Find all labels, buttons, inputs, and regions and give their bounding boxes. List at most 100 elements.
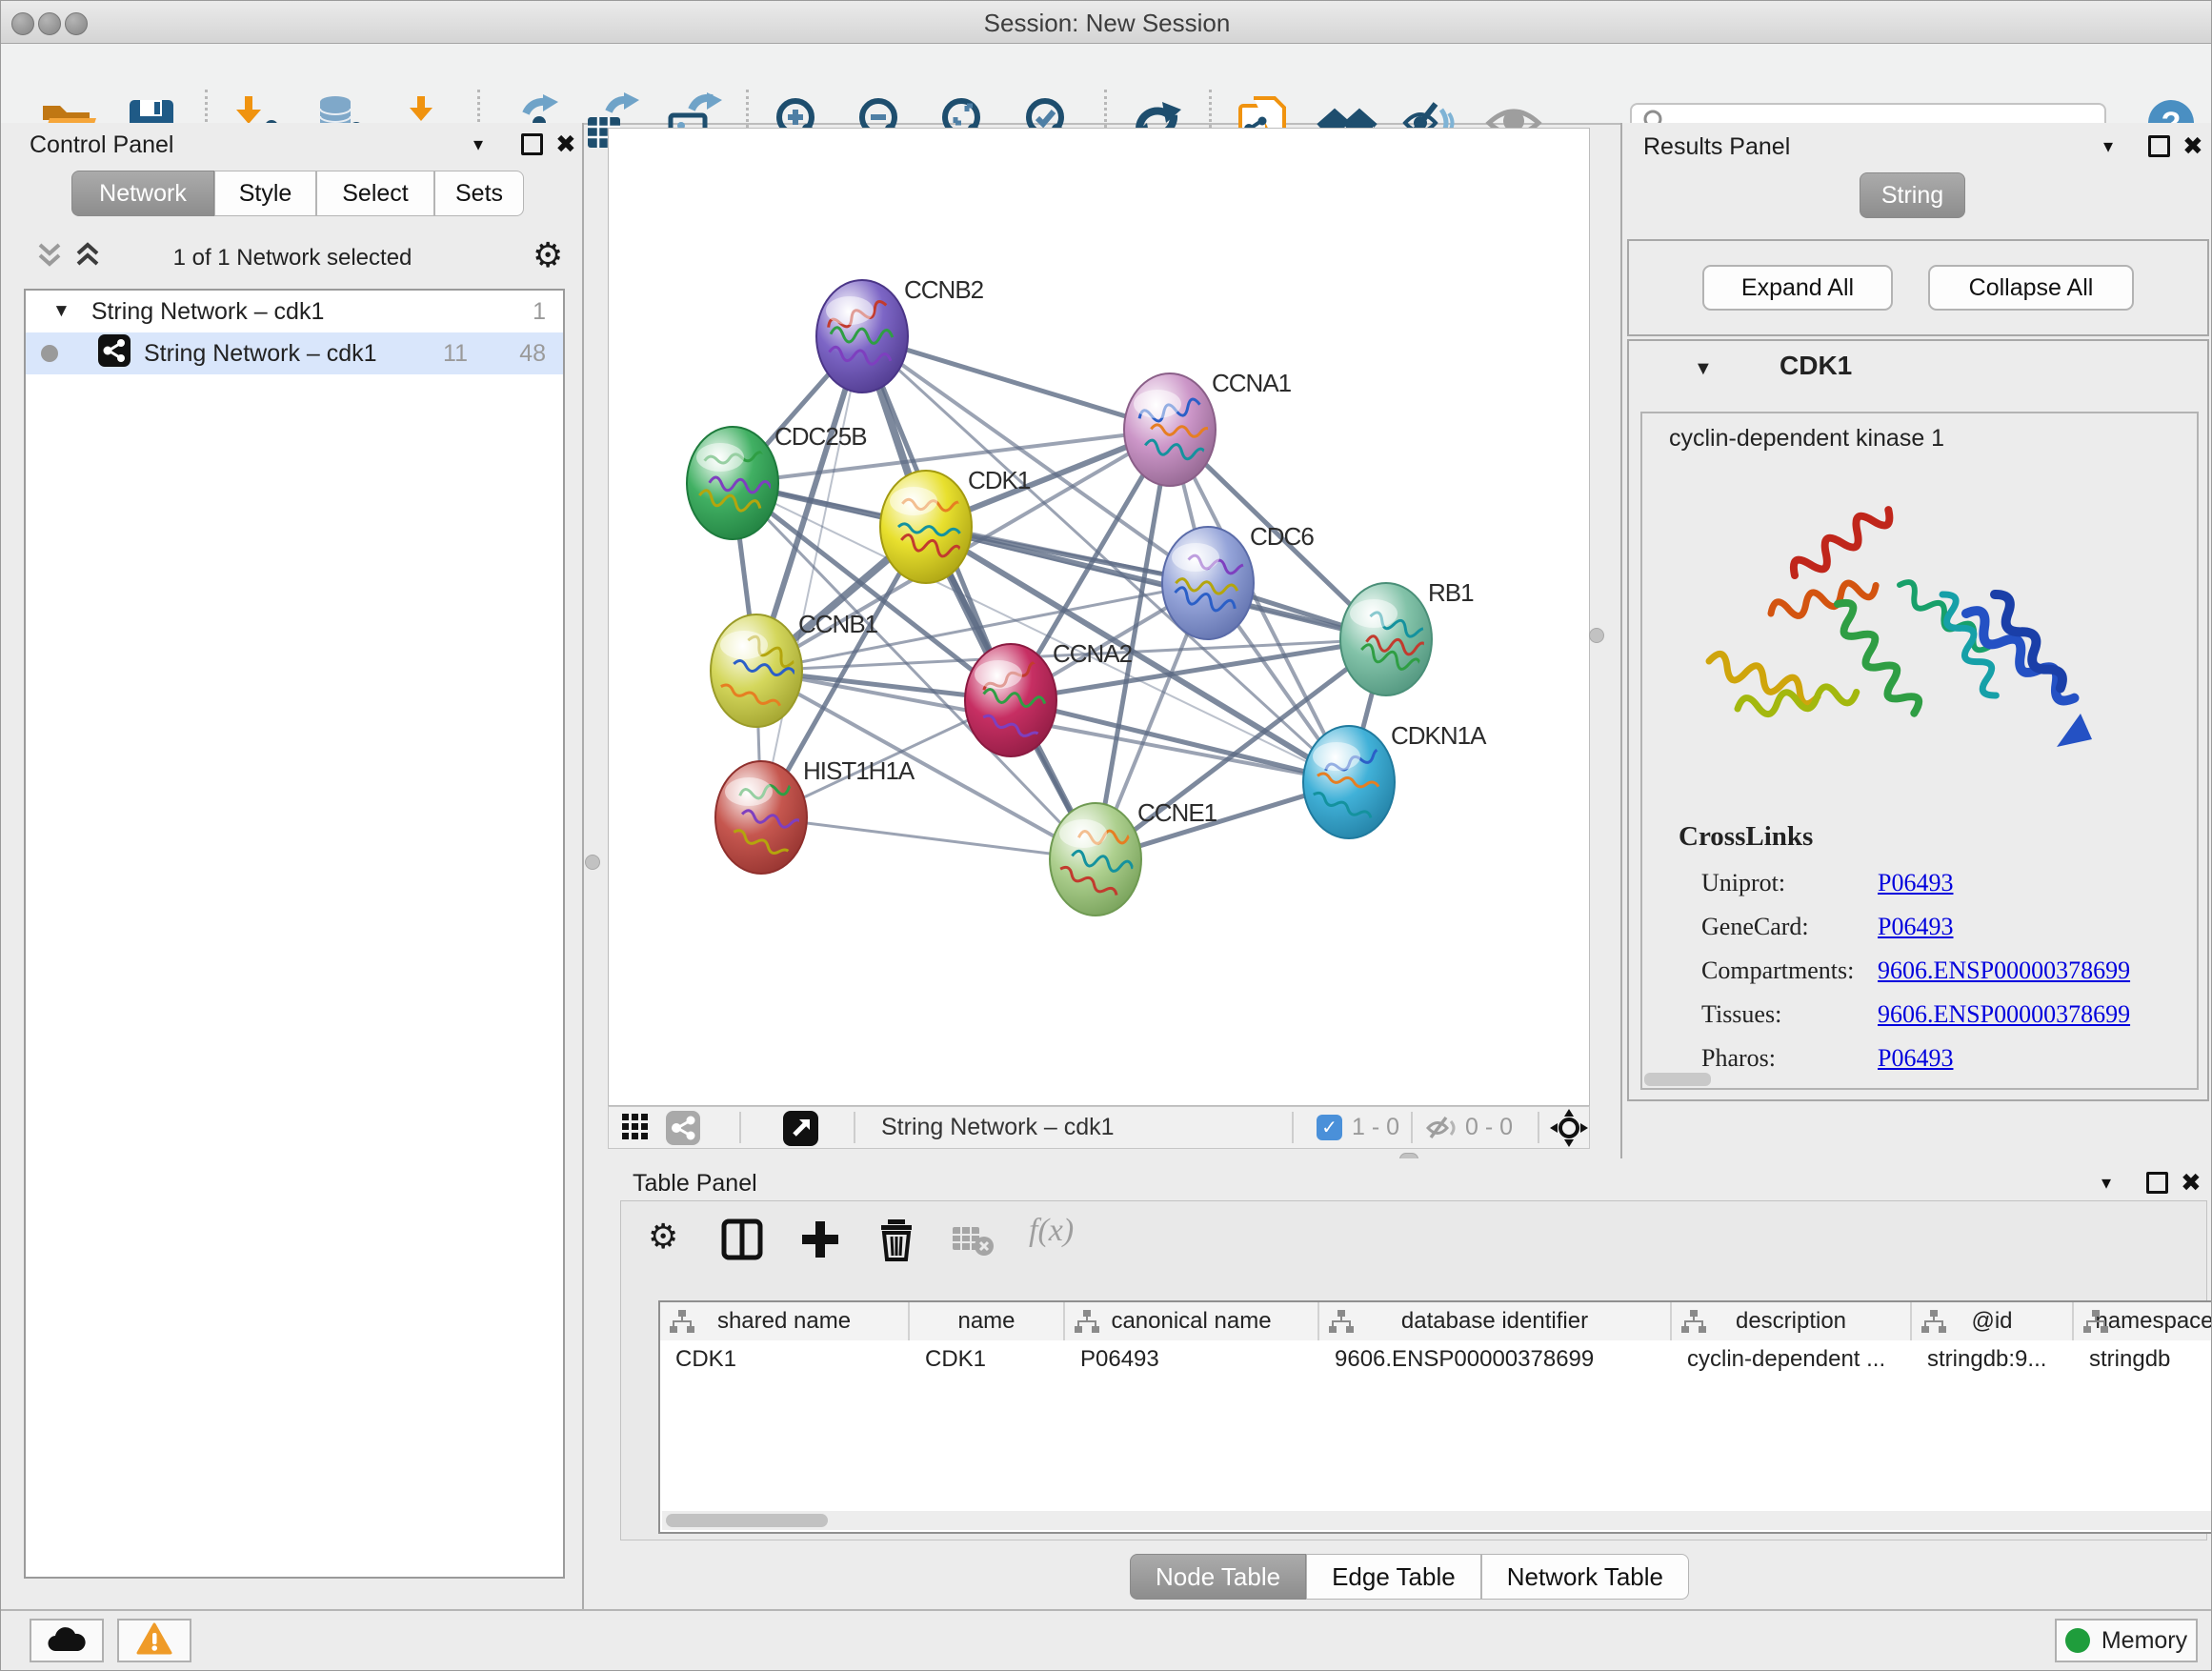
tab-sets[interactable]: Sets (434, 171, 524, 216)
genecard-link[interactable]: P06493 (1878, 913, 1953, 941)
network-node-CDC6[interactable]: CDC6 (1162, 522, 1314, 639)
panel-menu-icon[interactable]: ▾ (2103, 134, 2113, 158)
cloud-status-button[interactable] (30, 1619, 104, 1662)
tissues-link[interactable]: 9606.ENSP00000378699 (1878, 1000, 2130, 1029)
expand-collapse-box: Expand All Collapse All (1627, 239, 2209, 336)
toolbar-separator (1292, 1112, 1294, 1143)
panel-float-icon[interactable] (521, 133, 543, 155)
column-label: name (957, 1308, 1015, 1335)
network-node-CCNB1[interactable]: CCNB1 (711, 610, 878, 727)
network-view-canvas[interactable]: CCNB2CCNA1CDC25BCDK1CDC6RB1CCNB1CCNA2CDK… (608, 128, 1590, 1106)
panel-close-icon[interactable]: ✖ (2181, 1170, 2202, 1195)
column-header-database-identifier[interactable]: database identifier (1319, 1302, 1672, 1340)
column-label: namespace (2095, 1308, 2212, 1335)
uniprot-link[interactable]: P06493 (1878, 869, 1953, 897)
left-splitter-handle[interactable] (585, 855, 600, 870)
protein-structure-image (1680, 471, 2157, 814)
panel-menu-icon[interactable]: ▾ (2101, 1171, 2111, 1195)
open-external-link-icon[interactable] (783, 1111, 818, 1151)
table-horizontal-scrollbar[interactable] (662, 1511, 2212, 1530)
column-header-description[interactable]: description (1672, 1302, 1912, 1340)
table-cell[interactable]: CDK1 (910, 1340, 1065, 1379)
tab-string[interactable]: String (1860, 172, 1965, 218)
tab-network[interactable]: Network (71, 171, 214, 216)
panel-close-icon[interactable]: ✖ (555, 131, 576, 156)
cloud-icon (47, 1624, 87, 1658)
delete-column-icon[interactable] (875, 1218, 918, 1261)
collection-expander-icon[interactable]: ▼ (52, 301, 70, 322)
main-toolbar: ? (1, 44, 2212, 125)
add-column-icon[interactable] (798, 1218, 842, 1261)
delete-table-icon[interactable] (951, 1218, 995, 1261)
panel-close-icon[interactable]: ✖ (2182, 133, 2203, 158)
warning-status-button[interactable] (117, 1619, 191, 1662)
tab-edge-table[interactable]: Edge Table (1306, 1554, 1481, 1600)
panel-menu-icon[interactable]: ▾ (473, 132, 483, 156)
column-label: @id (1971, 1308, 2012, 1335)
string-network-graph[interactable]: CCNB2CCNA1CDC25BCDK1CDC6RB1CCNB1CCNA2CDK… (609, 129, 1589, 1105)
selected-node-edge-counts: 1 - 0 (1352, 1114, 1399, 1141)
toolbar-separator (1411, 1112, 1413, 1143)
collection-label: String Network – cdk1 (91, 298, 325, 326)
network-node-HIST1H1A[interactable]: HIST1H1A (715, 756, 915, 874)
column-label: database identifier (1401, 1308, 1588, 1335)
right-splitter-handle[interactable] (1589, 628, 1604, 643)
protein-detail-box: cyclin-dependent kinase 1 CrossLinks Uni… (1640, 412, 2199, 1090)
birds-eye-view-icon[interactable] (622, 1114, 651, 1147)
panel-float-icon[interactable] (2146, 1172, 2168, 1194)
network-selection-status: 1 of 1 Network selected (1, 245, 584, 272)
node-label-CCNB2: CCNB2 (904, 275, 984, 304)
network-node-CCNE1[interactable]: CCNE1 (1050, 798, 1217, 916)
node-label-CCNE1: CCNE1 (1137, 798, 1217, 827)
warning-icon (136, 1622, 172, 1660)
table-cell[interactable]: P06493 (1065, 1340, 1319, 1379)
column-header-name[interactable]: name (910, 1302, 1065, 1340)
column-header--id[interactable]: @id (1912, 1302, 2074, 1340)
selected-items-checkbox[interactable]: ✓ (1317, 1115, 1342, 1140)
table-cell[interactable]: 9606.ENSP00000378699 (1319, 1340, 1672, 1379)
tab-node-table[interactable]: Node Table (1130, 1554, 1306, 1600)
collapse-all-button[interactable]: Collapse All (1928, 265, 2134, 311)
table-cell[interactable]: cyclin-dependent ... (1672, 1340, 1912, 1379)
table-cell[interactable]: stringdb:9... (1912, 1340, 2074, 1379)
node-label-CDC25B: CDC25B (774, 422, 867, 451)
node-label-CCNA2: CCNA2 (1053, 639, 1133, 668)
share-network-icon[interactable] (666, 1111, 700, 1150)
network-node-CDC25B[interactable]: CDC25B (687, 422, 867, 539)
pharos-link[interactable]: P06493 (1878, 1044, 1953, 1073)
network-tree: ▼ String Network – cdk1 1 String Network… (24, 289, 565, 1579)
function-builder-button[interactable]: f(x) (1029, 1213, 1074, 1249)
protein-description: cyclin-dependent kinase 1 (1669, 425, 1944, 453)
network-row[interactable]: String Network – cdk1 11 48 (26, 332, 563, 374)
hidden-items-icon[interactable] (1426, 1114, 1458, 1147)
table-cell[interactable]: stringdb (2074, 1340, 2212, 1379)
window-title: Session: New Session (1, 9, 2212, 38)
table-cell[interactable]: CDK1 (660, 1340, 910, 1379)
compartments-link[interactable]: 9606.ENSP00000378699 (1878, 956, 2130, 985)
tab-style[interactable]: Style (214, 171, 316, 216)
network-collection-row[interactable]: ▼ String Network – cdk1 1 (26, 291, 563, 332)
show-columns-icon[interactable] (720, 1218, 764, 1261)
network-node-CCNB2[interactable]: CCNB2 (816, 275, 984, 393)
protein-expander-icon[interactable]: ▼ (1694, 358, 1713, 380)
network-node-CDKN1A[interactable]: CDKN1A (1303, 721, 1487, 838)
memory-status-button[interactable]: Memory (2055, 1619, 2198, 1662)
tab-network-table[interactable]: Network Table (1481, 1554, 1689, 1600)
column-header-canonical-name[interactable]: canonical name (1065, 1302, 1319, 1340)
panel-float-icon[interactable] (2148, 135, 2170, 157)
tab-select[interactable]: Select (316, 171, 434, 216)
column-header-shared-name[interactable]: shared name (660, 1302, 910, 1340)
network-options-gear-icon[interactable]: ⚙ (533, 239, 563, 273)
column-header-namespace[interactable]: namespace (2074, 1302, 2212, 1340)
hidden-node-edge-counts: 0 - 0 (1465, 1114, 1513, 1141)
column-label: shared name (717, 1308, 851, 1335)
scrollbar-thumb[interactable] (666, 1514, 828, 1527)
tree-column-icon (670, 1310, 694, 1333)
table-options-gear-icon[interactable]: ⚙ (648, 1220, 678, 1255)
control-panel: Control Panel ▾ ✖ Network Style Select S… (1, 123, 584, 1609)
detail-scrollbar-thumb[interactable] (1644, 1073, 1711, 1086)
network-node-RB1[interactable]: RB1 (1340, 578, 1474, 695)
expand-all-button[interactable]: Expand All (1702, 265, 1893, 311)
table-container: ⚙ f(x) shared name name canonical name data… (620, 1200, 2207, 1540)
crosshair-icon[interactable] (1550, 1109, 1588, 1152)
